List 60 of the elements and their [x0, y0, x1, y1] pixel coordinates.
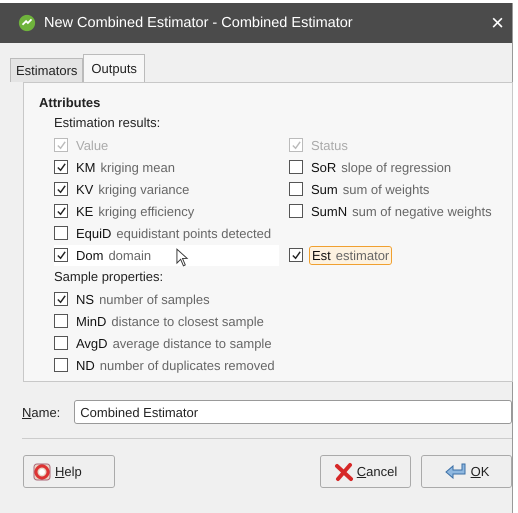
checkbox[interactable]	[289, 204, 303, 218]
option-code: NS	[76, 292, 94, 306]
option-description: kriging variance	[98, 182, 190, 196]
cancel-button[interactable]: Cancel	[320, 455, 411, 488]
option-description: domain	[108, 248, 152, 262]
option-label: Value	[76, 138, 108, 152]
checkbox[interactable]	[289, 248, 303, 262]
group-label: Estimation results:	[53, 114, 162, 132]
option-description: sum of weights	[342, 182, 430, 196]
tab[interactable]: Estimators	[10, 58, 84, 82]
checkbox[interactable]	[54, 314, 68, 328]
return-arrow-icon	[444, 462, 468, 482]
checkbox[interactable]	[54, 226, 68, 240]
checkbox[interactable]	[54, 358, 68, 372]
option-code: KV	[76, 182, 94, 196]
option-code: Sum	[311, 182, 338, 196]
window-title: New Combined Estimator - Combined Estimator	[44, 15, 354, 31]
checkbox[interactable]	[54, 336, 68, 350]
ok-button[interactable]: OK	[421, 455, 512, 488]
option-code: AvgD	[76, 336, 108, 350]
option-description: equidistant points detected	[116, 226, 272, 240]
option-code: MinD	[76, 314, 106, 328]
option-code: SumN	[311, 204, 348, 218]
option-code: Est	[312, 248, 331, 262]
option-code: SoR	[311, 160, 336, 174]
checkbox[interactable]	[54, 160, 68, 174]
option-description: distance to closest sample	[111, 314, 264, 328]
checkbox[interactable]	[289, 182, 303, 196]
option-label: Status	[311, 138, 348, 152]
option-description: number of duplicates removed	[100, 358, 275, 372]
mouse-pointer-icon	[176, 248, 189, 266]
checkbox[interactable]	[54, 248, 68, 262]
option-description: sum of negative weights	[352, 204, 492, 218]
cross-icon	[334, 462, 354, 482]
close-button[interactable]: ×	[491, 10, 504, 36]
group-label: Sample properties:	[53, 268, 164, 286]
option-code: Dom	[76, 248, 104, 262]
option-description: average distance to sample	[112, 336, 272, 350]
option-code: KM	[76, 160, 96, 174]
section-title: Attributes	[39, 95, 102, 110]
hovered-option-row[interactable]: Dom domain	[54, 244, 279, 266]
focused-option-label[interactable]: Est estimator	[309, 246, 392, 264]
option-description: slope of regression	[341, 160, 452, 174]
name-label: Name:	[22, 404, 60, 420]
option-description: kriging efficiency	[98, 204, 194, 218]
option-description: estimator	[336, 248, 390, 262]
option-description: kriging mean	[100, 160, 175, 174]
checkbox[interactable]	[54, 204, 68, 218]
tab[interactable]: Outputs	[83, 54, 145, 82]
option-code: KE	[76, 204, 94, 218]
checkbox[interactable]	[54, 292, 68, 306]
lifebuoy-icon	[32, 462, 52, 482]
checkbox[interactable]	[289, 160, 303, 174]
checkbox[interactable]	[54, 182, 68, 196]
option-code: EquiD	[76, 226, 112, 240]
option-description: number of samples	[99, 292, 210, 306]
app-logo-icon	[18, 14, 36, 32]
name-field[interactable]: Combined Estimator	[74, 400, 512, 424]
option-code: ND	[76, 358, 95, 372]
help-button[interactable]: Help	[23, 455, 115, 488]
